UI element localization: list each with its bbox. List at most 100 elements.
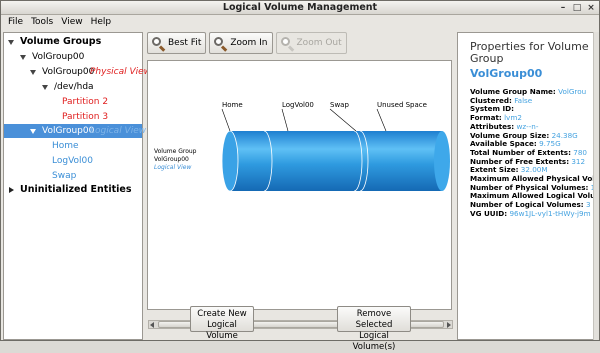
zoom-in-icon <box>214 36 228 52</box>
create-logical-volume-button[interactable]: Create New Logical Volume <box>190 306 254 341</box>
menu-view[interactable]: View <box>57 15 86 30</box>
property-label: System ID: <box>470 104 514 114</box>
expander-down-icon[interactable] <box>20 55 26 60</box>
zoom-in-button[interactable]: Zoom In <box>209 32 273 54</box>
tree-label: Partition 3 <box>62 112 109 122</box>
property-label: Available Space: <box>470 139 537 149</box>
property-label: Number of Free Extents: <box>470 156 570 166</box>
magnifier-icon <box>152 36 166 52</box>
property-value: 24.38G <box>551 130 578 140</box>
tree-item-logvol00[interactable]: LogVol00 <box>4 154 142 168</box>
maximize-button[interactable]: □ <box>571 2 583 13</box>
tree-label: VolGroup00 <box>32 52 85 62</box>
cylinder-end <box>434 131 450 191</box>
tree-item-partition-2[interactable]: Partition 2 <box>4 95 142 109</box>
button-label-line2: Logical Volume(s) <box>352 331 396 352</box>
property-value: 312 <box>571 156 586 166</box>
leader-line-logvol <box>281 108 289 132</box>
property-value: 96w1JL-vyl1-tHWy-j9m <box>509 208 591 218</box>
button-label: Best Fit <box>168 38 202 48</box>
properties-vg-name: VolGroup00 <box>470 67 543 80</box>
tree-label: Partition 2 <box>62 97 109 107</box>
tree-item-vg[interactable]: VolGroup00 <box>4 50 142 64</box>
tree-item-swap[interactable]: Swap <box>4 169 142 183</box>
scroll-right-icon[interactable] <box>447 322 451 328</box>
property-label: Extent Size: <box>470 165 519 175</box>
property-label: Volume Group Name: <box>470 87 556 96</box>
property-value: False <box>514 95 533 105</box>
tree-label: Swap <box>52 171 77 181</box>
minimize-button[interactable]: – <box>557 2 569 13</box>
cylinder-start-segment-home[interactable] <box>221 130 239 192</box>
property-label: Volume Group Size: <box>470 130 550 140</box>
zoom-toolbar: Best Fit Zoom In Zoom Out <box>147 32 347 56</box>
tree-item-physical-view[interactable]: VolGroup00 Physical View <box>4 65 151 79</box>
segment-label-logvol: LogVol00 <box>282 101 314 109</box>
zoom-out-button[interactable]: Zoom Out <box>275 32 347 54</box>
properties-panel: Properties for Volume Group VolGroup00 V… <box>457 32 597 340</box>
menu-help[interactable]: Help <box>87 15 116 30</box>
button-label: Zoom In <box>230 38 268 48</box>
leader-line-swap <box>329 108 357 132</box>
property-label: VG UUID: <box>470 208 508 218</box>
properties-scrollbar[interactable] <box>593 32 599 340</box>
physical-view-tag: Physical View <box>90 67 152 77</box>
button-label-line2: Logical Volume <box>206 320 238 341</box>
tree-item-logical-view[interactable]: VolGroup00 Logical View <box>4 124 146 138</box>
tree-item-volume-groups[interactable]: Volume Groups <box>4 35 142 49</box>
tree-label: /dev/hda <box>54 82 94 92</box>
tree-label: VolGroup00 <box>42 126 95 136</box>
property-value: 3 <box>585 200 591 210</box>
scroll-left-icon[interactable] <box>150 322 154 328</box>
property-value: 9.75G <box>539 139 561 149</box>
property-value: 32.00M <box>520 165 548 175</box>
segment-label-unused: Unused Space <box>377 101 427 109</box>
property-label: Format: <box>470 113 502 123</box>
volume-canvas[interactable]: Home LogVol00 Swap Unused Space Volume G… <box>147 60 453 329</box>
property-label: Number of Logical Volumes: <box>470 200 584 210</box>
tree-label: Uninitialized Entities <box>20 184 132 195</box>
tree-label: Home <box>52 141 79 151</box>
logical-volume-diagram[interactable]: Home LogVol00 Swap Unused Space Volume G… <box>148 61 451 291</box>
segment-label-home: Home <box>222 101 243 109</box>
property-label: Clustered: <box>470 95 512 105</box>
property-value: VolGrou <box>558 87 587 96</box>
menu-bar: File Tools View Help <box>1 15 599 30</box>
diagram-pane: Best Fit Zoom In Zoom Out Home LogVol00 … <box>147 32 453 352</box>
properties-heading: Properties for Volume Group <box>470 40 589 65</box>
property-label: Total Number of Extents: <box>470 147 571 157</box>
title-bar: Logical Volume Management – □ × <box>1 1 599 15</box>
property-value: wz--n- <box>516 121 539 131</box>
expander-down-icon[interactable] <box>8 40 14 45</box>
menu-tools[interactable]: Tools <box>27 15 57 30</box>
tree-item-partition-3[interactable]: Partition 3 <box>4 110 142 124</box>
close-button[interactable]: × <box>585 2 597 13</box>
vg-label-line1: Volume Group <box>154 148 197 155</box>
best-fit-button[interactable]: Best Fit <box>147 32 207 54</box>
volume-tree[interactable]: Volume Groups VolGroup00 VolGroup00 Phys… <box>3 32 151 340</box>
button-label-line1: Remove Selected <box>355 309 393 330</box>
property-label: Number of Physical Volumes: <box>470 182 589 192</box>
property-label: Maximum Allowed Logical Volu <box>470 191 596 201</box>
menu-file[interactable]: File <box>4 15 27 30</box>
property-label: Attributes: <box>470 121 515 131</box>
main-window: Logical Volume Management – □ × File Too… <box>0 0 600 352</box>
tree-label: LogVol00 <box>52 156 93 166</box>
zoom-out-icon <box>280 36 294 52</box>
cylinder-body <box>230 131 442 191</box>
remove-logical-volume-button[interactable]: Remove Selected Logical Volume(s) <box>337 306 411 352</box>
expander-down-icon[interactable] <box>42 85 48 90</box>
vg-label-view: Logical View <box>154 164 192 171</box>
expander-right-icon[interactable] <box>9 187 14 193</box>
leader-line-home <box>221 108 231 132</box>
segment-label-swap: Swap <box>330 101 349 109</box>
window-title: Logical Volume Management <box>222 2 378 13</box>
expander-down-icon[interactable] <box>30 70 36 75</box>
expander-down-icon[interactable] <box>30 129 36 134</box>
property-value: 780 <box>573 147 587 157</box>
property-row: VG UUID: 96w1JL-vyl1-tHWy-j9m <box>470 208 591 219</box>
tree-item-uninitialized[interactable]: Uninitialized Entities <box>4 183 142 197</box>
property-label: Maximum Allowed Physical Volu <box>470 174 597 183</box>
tree-item-home[interactable]: Home <box>4 139 142 153</box>
tree-item-dev-hda[interactable]: /dev/hda <box>4 80 142 94</box>
